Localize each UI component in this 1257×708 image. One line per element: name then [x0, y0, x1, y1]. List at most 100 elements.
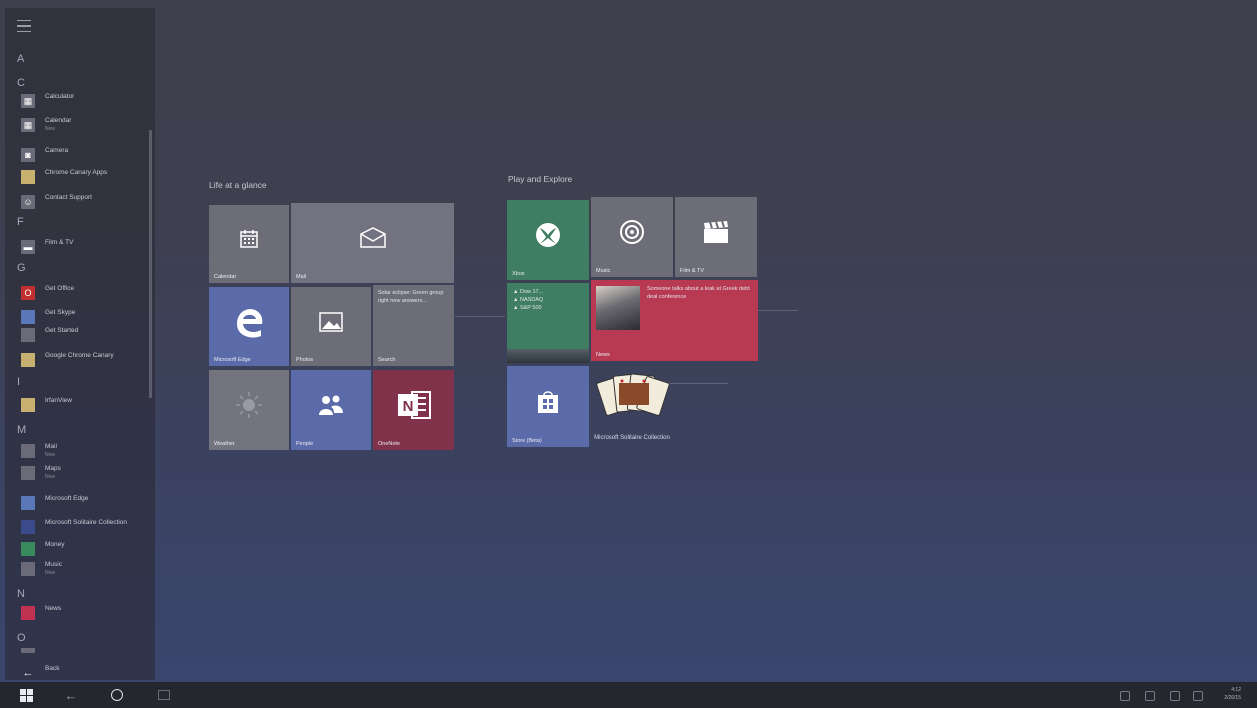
app-item-mail[interactable]: Mail New — [17, 442, 157, 460]
app-item-label: Microsoft Edge — [45, 495, 89, 502]
background-line — [668, 383, 728, 384]
tile-photos[interactable]: Photos — [291, 287, 371, 366]
letter-header-i[interactable]: I — [17, 376, 20, 388]
app-item-get-skype[interactable]: Get Skype — [17, 308, 157, 326]
money-line: ▲ S&P 500 — [513, 305, 542, 311]
store-icon — [507, 366, 589, 437]
tile-mail[interactable]: Mail — [291, 203, 454, 283]
music-icon — [21, 562, 35, 576]
app-item-obscured[interactable] — [17, 646, 157, 664]
tile-label: Mail — [296, 274, 307, 280]
back-label: Back — [45, 665, 60, 672]
letter-header-o[interactable]: O — [17, 632, 26, 644]
letter-header-c[interactable]: C — [17, 77, 25, 89]
tile-store[interactable]: Store (Beta) — [507, 366, 589, 447]
calendar-icon — [209, 205, 289, 273]
tile-film-tv[interactable]: Film & TV — [675, 197, 757, 277]
cards-icon — [21, 520, 35, 534]
tile-xbox[interactable]: Xbox — [507, 200, 589, 280]
app-item-label: Chrome Canary Apps — [45, 169, 108, 176]
app-item-label: Camera — [45, 147, 69, 154]
tile-label: Music — [596, 268, 611, 274]
app-item-money[interactable]: Money — [17, 540, 157, 558]
person-icon: ☺ — [21, 195, 35, 209]
app-item-get-office[interactable]: O Get Office — [17, 284, 157, 302]
background-line — [758, 310, 798, 311]
app-item-music[interactable]: Music New — [17, 560, 157, 578]
cortana-search-button[interactable] — [108, 686, 126, 704]
battery-icon[interactable] — [1170, 691, 1180, 701]
group-title-life[interactable]: Life at a glance — [209, 180, 267, 190]
back-arrow-icon[interactable]: ← — [62, 686, 80, 704]
app-item-label: Microsoft Solitaire Collection — [45, 519, 128, 526]
clapper-icon: ▬ — [21, 240, 35, 254]
app-item-label: Contact Support — [45, 194, 92, 201]
app-item-microsoft-edge[interactable]: Microsoft Edge — [17, 494, 157, 512]
tile-label: Photos — [296, 357, 314, 363]
task-view-button[interactable] — [155, 686, 173, 704]
money-line: ▲ NASDAQ — [513, 297, 544, 303]
app-item-contact-support[interactable]: ☺ Contact Support — [17, 193, 157, 211]
notifications-icon[interactable] — [1193, 691, 1203, 701]
cortana-circle-icon — [111, 689, 123, 701]
taskbar-clock[interactable]: 4:12 2/26/15 — [1224, 686, 1241, 702]
tile-search-text: Solar eclipse: Green group right now ans… — [378, 290, 444, 304]
app-item-get-started[interactable]: Get Started — [17, 326, 157, 344]
get-started-icon — [21, 328, 35, 342]
tile-microsoft-edge[interactable]: Microsoft Edge — [209, 287, 289, 366]
tile-label: Microsoft Solitaire Collection — [594, 435, 670, 441]
letter-header-a[interactable]: A — [17, 53, 24, 65]
app-item-calculator[interactable]: ▦ Calculator — [17, 92, 157, 110]
start-button[interactable] — [16, 686, 36, 704]
tile-calendar[interactable]: Calendar — [209, 205, 289, 283]
taskbar: ← 4:12 2/26/15 — [0, 682, 1257, 708]
tile-weather[interactable]: Weather — [209, 370, 289, 450]
tile-label: Store (Beta) — [512, 438, 542, 444]
app-item-google-chrome-canary[interactable]: Google Chrome Canary — [17, 351, 157, 369]
clock-date: 2/26/15 — [1224, 695, 1241, 701]
app-item-calendar[interactable]: ▦ Calendar New — [17, 116, 157, 134]
tile-label: News — [596, 352, 610, 358]
letter-header-m[interactable]: M — [17, 424, 26, 436]
money-photo-strip — [507, 349, 589, 363]
hamburger-menu-icon[interactable] — [17, 20, 31, 32]
tile-music[interactable]: Music — [591, 197, 673, 277]
letter-header-g[interactable]: G — [17, 262, 26, 274]
clapper-icon — [675, 197, 757, 267]
folder-icon — [21, 398, 35, 412]
app-item-microsoft-solitaire-collection[interactable]: Microsoft Solitaire Collection — [17, 518, 157, 536]
letter-header-n[interactable]: N — [17, 588, 25, 600]
edge-icon — [209, 287, 289, 356]
app-item-sub: New — [45, 474, 56, 480]
app-item-news[interactable]: News — [17, 604, 157, 622]
money-line: ▲ Dow 17... — [513, 289, 544, 295]
app-item-label: Mail — [45, 443, 57, 450]
skype-icon — [21, 310, 35, 324]
tile-onenote[interactable]: N OneNote — [373, 370, 454, 450]
news-photo — [596, 286, 640, 330]
letter-header-f[interactable]: F — [17, 216, 24, 228]
tile-label: Weather — [214, 441, 235, 447]
app-item-maps[interactable]: Maps New — [17, 464, 157, 482]
maps-icon — [21, 466, 35, 480]
app-item-chrome-canary-apps[interactable]: Chrome Canary Apps — [17, 168, 157, 186]
tile-money[interactable]: ▲ Dow 17... ▲ NASDAQ ▲ S&P 500 — [507, 283, 589, 363]
app-item-film-tv[interactable]: ▬ Film & TV — [17, 238, 157, 256]
svg-text:N: N — [402, 398, 413, 415]
tile-microsoft-solitaire-collection[interactable]: Microsoft Solitaire Collection — [591, 366, 673, 447]
xbox-icon — [507, 200, 589, 270]
app-item-camera[interactable]: ◙ Camera — [17, 146, 157, 164]
volume-icon[interactable] — [1145, 691, 1155, 701]
tile-search[interactable]: Solar eclipse: Green group right now ans… — [373, 285, 454, 366]
onenote-icon: N — [373, 370, 454, 440]
back-button[interactable]: ← Back — [17, 664, 157, 682]
edge-icon — [21, 496, 35, 510]
network-icon[interactable] — [1120, 691, 1130, 701]
tile-news[interactable]: Someone talks about a leak at Greek debt… — [591, 280, 758, 361]
app-item-irfanview[interactable]: IrfanView — [17, 396, 157, 414]
tile-people[interactable]: People — [291, 370, 371, 450]
all-apps-list[interactable]: A C ▦ Calculator ▦ Calendar New ◙ Camera… — [5, 8, 155, 680]
group-title-play[interactable]: Play and Explore — [508, 174, 572, 184]
background-line — [455, 316, 505, 317]
app-list-scrollbar[interactable] — [149, 130, 152, 398]
